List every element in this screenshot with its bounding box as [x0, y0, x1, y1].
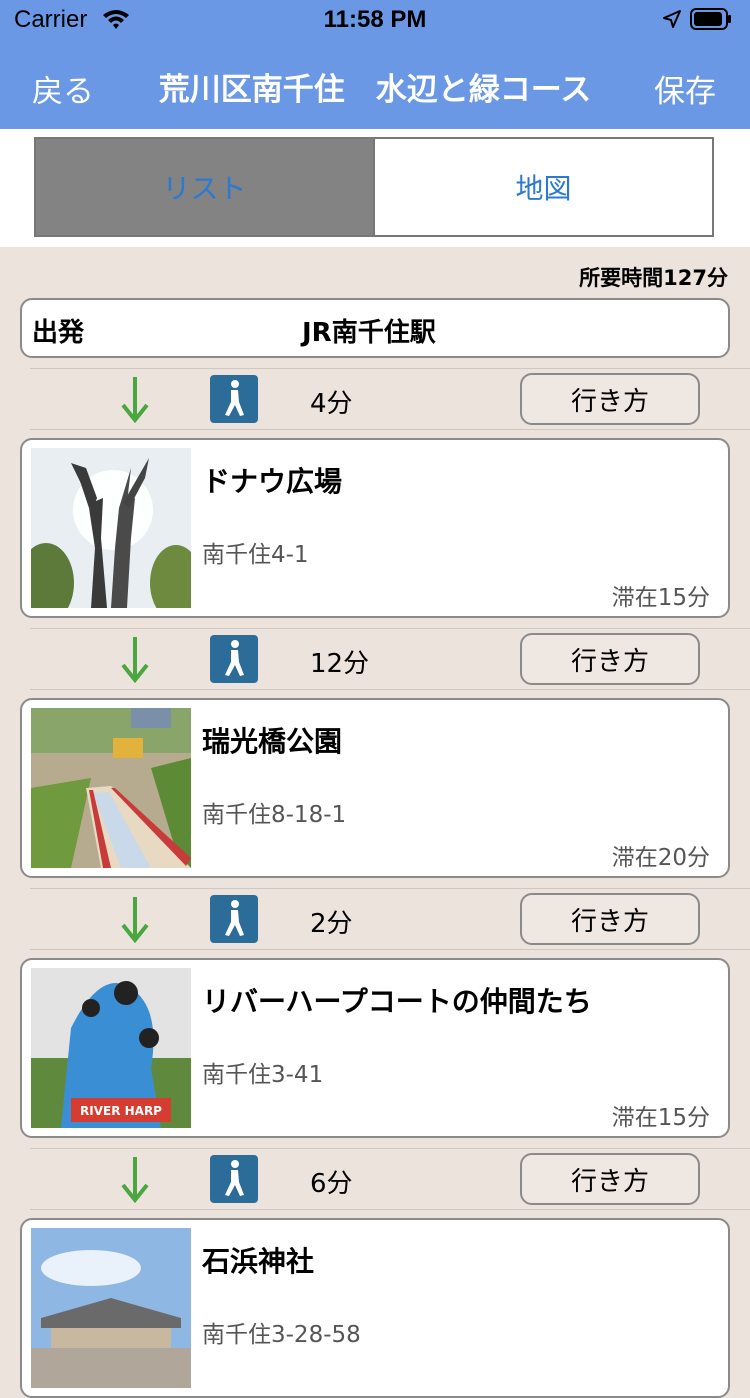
spot-name: リバーハープコートの仲間たち — [202, 985, 592, 1018]
spot-name: 石浜神社 — [202, 1245, 315, 1278]
segment-area: リスト 地図 — [0, 129, 750, 247]
start-card: 出発 JR南千住駅 — [20, 298, 730, 358]
spot-address: 南千住4-1 — [202, 542, 309, 568]
spot-stay-time: 滞在15分 — [611, 1105, 710, 1131]
status-bar: Carrier 11:58 PM — [0, 0, 750, 40]
spot-card-zuikobashi[interactable]: 瑞光橋公園 南千住8-18-1 滞在20分 — [20, 698, 730, 878]
directions-button[interactable]: 行き方 — [520, 1153, 700, 1205]
walking-person-icon — [210, 635, 258, 683]
view-segmented-control: リスト 地図 — [34, 137, 714, 237]
spot-name: 瑞光橋公園 — [202, 725, 343, 758]
walking-person-icon — [210, 1155, 258, 1203]
down-arrow-icon — [121, 377, 149, 423]
page-title: 荒川区南千住 水辺と緑コース — [158, 72, 592, 108]
nav-bar: 戻る 荒川区南千住 水辺と緑コース 保存 — [0, 40, 750, 129]
spot-address: 南千住8-18-1 — [202, 802, 347, 828]
walk-time: 6分 — [310, 1169, 353, 1199]
spot-photo — [31, 708, 191, 868]
back-button[interactable]: 戻る — [32, 66, 94, 111]
walk-step: 4分 行き方 — [30, 368, 750, 430]
walk-time: 2分 — [310, 909, 353, 939]
battery-icon — [690, 8, 731, 30]
down-arrow-icon — [121, 897, 149, 943]
spot-stay-time: 滞在20分 — [611, 845, 710, 871]
location-arrow-icon — [663, 10, 681, 28]
save-button[interactable]: 保存 — [654, 66, 716, 111]
start-label: 出発 — [32, 318, 85, 348]
walking-person-icon — [210, 375, 258, 423]
tab-list[interactable]: リスト — [36, 139, 373, 235]
spot-card-riverharp[interactable]: RIVER HARP リバーハープコートの仲間たち 南千住3-41 滞在15分 — [20, 958, 730, 1138]
spot-photo — [31, 448, 191, 608]
directions-button[interactable]: 行き方 — [520, 893, 700, 945]
start-station: JR南千住駅 — [302, 318, 436, 348]
spot-address: 南千住3-41 — [202, 1062, 324, 1088]
walk-step: 2分 行き方 — [30, 888, 750, 950]
down-arrow-icon — [121, 637, 149, 683]
walk-step: 6分 行き方 — [30, 1148, 750, 1210]
spot-photo — [31, 1228, 191, 1388]
spot-card-donau[interactable]: ドナウ広場 南千住4-1 滞在15分 — [20, 438, 730, 618]
walk-time: 12分 — [310, 649, 370, 679]
spot-stay-time: 滞在15分 — [611, 585, 710, 611]
tab-map[interactable]: 地図 — [373, 139, 712, 235]
directions-button[interactable]: 行き方 — [520, 373, 700, 425]
walk-step: 12分 行き方 — [30, 628, 750, 690]
walking-person-icon — [210, 895, 258, 943]
spot-name: ドナウ広場 — [202, 465, 343, 498]
spot-photo: RIVER HARP — [31, 968, 191, 1128]
spot-address: 南千住3-28-58 — [202, 1322, 361, 1348]
spot-card-ishihama[interactable]: 石浜神社 南千住3-28-58 — [20, 1218, 730, 1398]
down-arrow-icon — [121, 1157, 149, 1203]
directions-button[interactable]: 行き方 — [520, 633, 700, 685]
status-time: 11:58 PM — [323, 6, 427, 33]
total-time-label: 所要時間127分 — [579, 266, 728, 290]
photo-sign-text: RIVER HARP — [80, 1104, 162, 1118]
walk-time: 4分 — [310, 389, 353, 419]
